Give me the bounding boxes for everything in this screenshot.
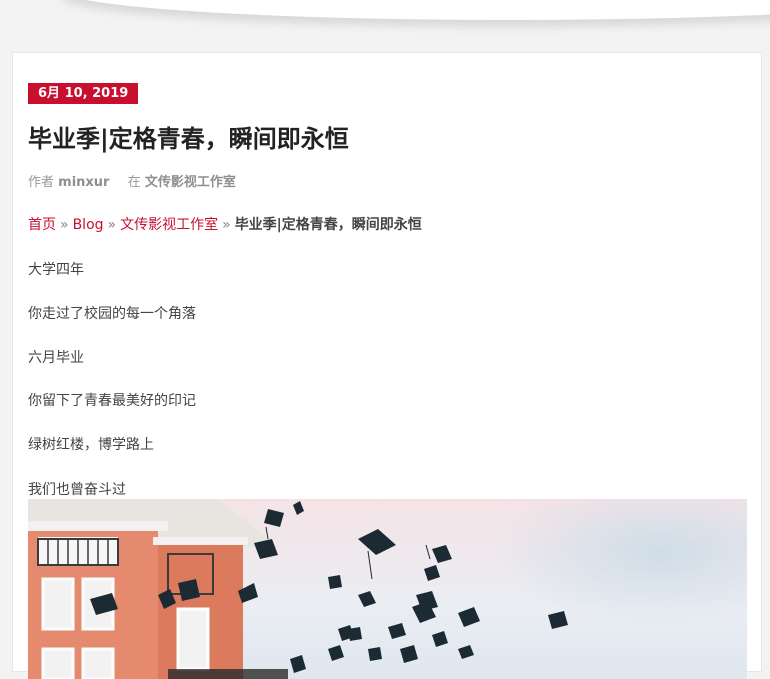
post-title[interactable]: 毕业季|定格青春，瞬间即永恒 (28, 123, 349, 155)
breadcrumb-current: 毕业季|定格青春，瞬间即永恒 (234, 217, 422, 233)
author-prefix: 作者 (28, 175, 55, 190)
header-arc (60, 0, 770, 20)
post-paragraph: 六月毕业 (28, 350, 84, 366)
breadcrumb-home[interactable]: 首页 (28, 217, 56, 233)
date-badge[interactable]: 6月 10, 2019 (28, 83, 139, 104)
building-illustration (28, 499, 278, 679)
breadcrumb-category[interactable]: 文传影视工作室 (120, 217, 218, 233)
post-paragraph: 你走过了校园的每一个角落 (28, 306, 196, 322)
post-paragraph: 大学四年 (28, 262, 84, 278)
breadcrumb-separator: » (222, 217, 231, 233)
post-paragraph: 你留下了青春最美好的印记 (28, 393, 196, 409)
post-paragraph: 我们也曾奋斗过 (28, 482, 126, 498)
header-shadow (0, 0, 770, 40)
breadcrumb-separator: » (107, 217, 117, 233)
breadcrumb-separator: » (60, 217, 69, 233)
post-card: 6月 10, 2019 毕业季|定格青春，瞬间即永恒 作者 minxur 在 文… (12, 52, 762, 679)
breadcrumb-blog[interactable]: Blog (73, 217, 104, 233)
author-link[interactable]: minxur (58, 175, 109, 190)
graduation-photo (28, 499, 747, 679)
category-prefix: 在 (127, 175, 141, 190)
post-paragraph: 绿树红楼，博学路上 (28, 437, 154, 453)
category-link[interactable]: 文传影视工作室 (145, 175, 236, 190)
breadcrumb: 首页» Blog» 文传影视工作室» 毕业季|定格青春，瞬间即永恒 (28, 214, 422, 234)
post-meta: 作者 minxur 在 文传影视工作室 (28, 171, 236, 190)
graduation-photo-illustration (28, 499, 747, 679)
